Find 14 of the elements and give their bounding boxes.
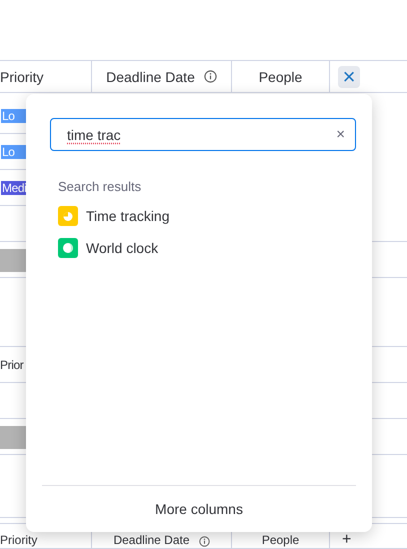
add-column-button[interactable]: + <box>338 533 352 547</box>
column-header: Prior <box>0 356 24 374</box>
clear-button[interactable]: × <box>336 126 345 143</box>
close-button[interactable]: × <box>338 66 360 88</box>
column-header: Priority <box>0 61 92 92</box>
search-field[interactable]: time trac × <box>50 118 356 151</box>
column-header: Deadline Date <box>92 61 232 92</box>
result-item[interactable]: Time tracking <box>58 206 356 226</box>
search-value: time trac <box>67 126 121 142</box>
info-icon <box>198 536 210 547</box>
result-item[interactable]: World clock <box>58 238 356 258</box>
column-header: People <box>232 61 330 92</box>
info-icon <box>204 70 217 83</box>
section-title: Search results <box>58 179 142 194</box>
